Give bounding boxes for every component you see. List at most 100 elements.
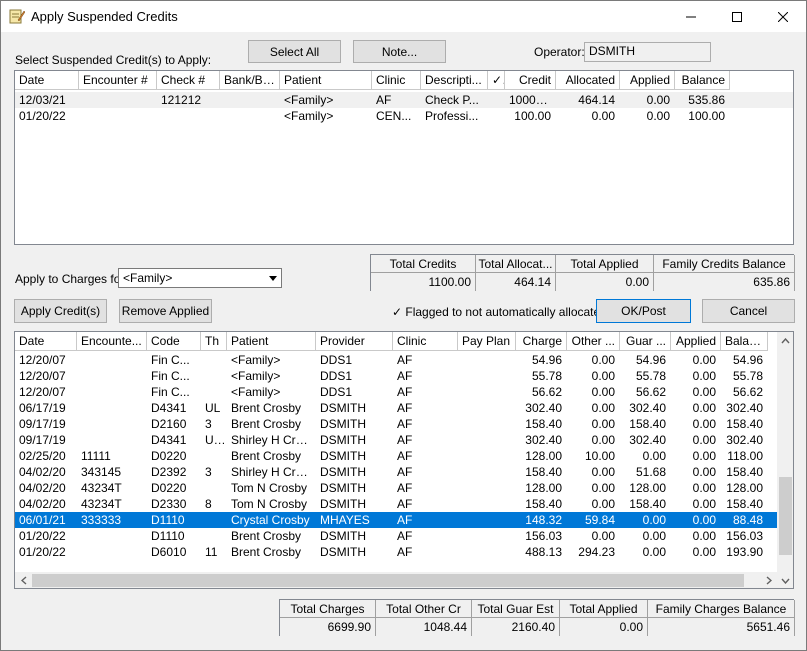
col-header-other[interactable]: Other ... bbox=[567, 332, 620, 351]
cell-applied: 0.00 bbox=[692, 545, 716, 559]
total-value-total-allocat: 464.14 bbox=[476, 273, 556, 291]
cell-date: 12/03/21 bbox=[19, 93, 66, 107]
col-header-charge[interactable]: Charge bbox=[516, 332, 567, 351]
credits-grid[interactable]: Date Encounter # Check # Bank/Br... Patient C… bbox=[14, 70, 794, 245]
total-header-total-other-cr: Total Other Cr bbox=[376, 600, 472, 618]
table-row[interactable]: 02/25/20 11111 D0220 Brent Crosby DSMITH AF 12… bbox=[15, 448, 777, 464]
table-row[interactable]: 01/20/22 D1110 Brent Crosby DSMITH AF 156.03 0… bbox=[15, 528, 777, 544]
cell-th: 3 bbox=[205, 417, 212, 431]
cell-th: 8 bbox=[205, 497, 212, 511]
scroll-right-arrow-icon[interactable] bbox=[760, 572, 777, 588]
cell-guar: 0.00 bbox=[642, 545, 666, 559]
cell-date: 12/20/07 bbox=[19, 385, 66, 399]
table-row[interactable]: 12/20/07 Fin C... <Family> DDS1 AF 55.78 0.00 5… bbox=[15, 368, 777, 384]
col-header-allocated[interactable]: Allocated bbox=[556, 71, 620, 90]
note-button[interactable]: Note... bbox=[353, 40, 446, 63]
col-header-th[interactable]: Th bbox=[201, 332, 227, 351]
table-row[interactable]: 09/17/19 D4341 UR Shirley H Cro... DSMITH AF 3… bbox=[15, 432, 777, 448]
charges-vertical-scroll-thumb[interactable] bbox=[779, 477, 792, 555]
apply-suspended-credits-window: Apply Suspended Credits Select Suspended… bbox=[0, 0, 807, 651]
cell-clinic: AF bbox=[397, 465, 413, 479]
remove-applied-button[interactable]: Remove Applied bbox=[119, 299, 212, 323]
col-header-code[interactable]: Code bbox=[147, 332, 201, 351]
cell-code: D4341 bbox=[151, 401, 187, 415]
scroll-left-arrow-icon[interactable] bbox=[15, 572, 32, 588]
minimize-button[interactable] bbox=[668, 1, 714, 32]
table-row[interactable]: 12/20/07 Fin C... <Family> DDS1 AF 54.96 0.00 5… bbox=[15, 352, 777, 368]
cell-pay-plan bbox=[458, 448, 516, 464]
cell-provider: DSMITH bbox=[320, 497, 366, 511]
col-header-date[interactable]: Date bbox=[15, 71, 79, 90]
col-header-balance[interactable]: Balance bbox=[721, 332, 768, 351]
flag-note: ✓ Flagged to not automatically allocate. bbox=[392, 305, 604, 319]
cell-th bbox=[201, 352, 227, 368]
table-row[interactable]: 09/17/19 D2160 3 Brent Crosby DSMITH AF 158.40… bbox=[15, 416, 777, 432]
col-header-patient[interactable]: Patient bbox=[280, 71, 372, 90]
col-header-clinic[interactable]: Clinic bbox=[393, 332, 458, 351]
cell-clinic: AF bbox=[397, 545, 413, 559]
cell-provider: DSMITH bbox=[320, 481, 366, 495]
table-row[interactable]: 12/20/07 Fin C... <Family> DDS1 AF 56.62 0.00 5… bbox=[15, 384, 777, 400]
col-header-patient[interactable]: Patient bbox=[227, 332, 316, 351]
table-row[interactable]: 12/03/21 121212 <Family> AF Check P... 1000.0… bbox=[15, 92, 793, 108]
col-header-clinic[interactable]: Clinic bbox=[372, 71, 421, 90]
cell-descripti: Professi... bbox=[425, 109, 479, 123]
col-header-encounter[interactable]: Encounter # bbox=[79, 71, 157, 90]
cell-bank-br bbox=[220, 108, 280, 124]
cell-applied: 0.00 bbox=[692, 481, 716, 495]
charges-horizontal-scroll-thumb[interactable] bbox=[32, 574, 744, 587]
cell-descripti: Check P... bbox=[425, 93, 479, 107]
col-header-date[interactable]: Date bbox=[15, 332, 77, 351]
col-header-applied[interactable]: Applied bbox=[671, 332, 721, 351]
charges-grid[interactable]: Date Encounte... Code Th Patient Provider Clin… bbox=[14, 331, 794, 589]
col-header-pay-plan[interactable]: Pay Plan bbox=[458, 332, 516, 351]
apply-credits-button[interactable]: Apply Credit(s) bbox=[14, 299, 107, 323]
close-button[interactable] bbox=[760, 1, 806, 32]
ok-post-button[interactable]: OK/Post bbox=[596, 299, 691, 323]
cell-th: UL bbox=[205, 401, 221, 415]
table-row[interactable]: 04/02/20 343145 D2392 3 Shirley H Cro... DSMI… bbox=[15, 464, 777, 480]
cell-date: 02/25/20 bbox=[19, 449, 66, 463]
col-header-guar[interactable]: Guar ... bbox=[620, 332, 671, 351]
cell-balance: 302.40 bbox=[726, 401, 763, 415]
cell-other: 0.00 bbox=[591, 385, 615, 399]
col-header-check[interactable]: ✓ bbox=[488, 71, 505, 90]
table-row[interactable]: 06/17/19 D4341 UL Brent Crosby DSMITH AF 302.4… bbox=[15, 400, 777, 416]
table-row[interactable]: 04/02/20 43234T D0220 Tom N Crosby DSMITH AF 1… bbox=[15, 480, 777, 496]
cell-other: 0.00 bbox=[591, 369, 615, 383]
apply-to-charges-select[interactable]: <Family> bbox=[118, 268, 282, 288]
cell-check bbox=[488, 108, 505, 124]
col-header-descripti[interactable]: Descripti... bbox=[421, 71, 488, 90]
col-header-applied[interactable]: Applied bbox=[620, 71, 675, 90]
cell-code: Fin C... bbox=[151, 385, 190, 399]
cell-clinic: AF bbox=[397, 353, 413, 367]
table-row[interactable]: 04/02/20 43234T D2330 8 Tom N Crosby DSMITH AF… bbox=[15, 496, 777, 512]
scroll-up-arrow-icon[interactable] bbox=[777, 332, 793, 349]
cell-code: D1110 bbox=[151, 513, 185, 527]
col-header-check[interactable]: Check # bbox=[157, 71, 220, 90]
col-header-credit[interactable]: Credit bbox=[505, 71, 556, 90]
total-value-total-other-cr: 1048.44 bbox=[376, 618, 472, 636]
table-row[interactable]: 01/20/22 D6010 11 Brent Crosby DSMITH AF 488.1… bbox=[15, 544, 777, 560]
cell-encounte bbox=[77, 384, 147, 400]
cell-clinic: AF bbox=[397, 369, 413, 383]
col-header-balance[interactable]: Balance bbox=[675, 71, 730, 90]
maximize-button[interactable] bbox=[714, 1, 760, 32]
cancel-button[interactable]: Cancel bbox=[702, 299, 795, 323]
charges-horizontal-scrollbar[interactable] bbox=[15, 572, 777, 588]
window-title: Apply Suspended Credits bbox=[31, 9, 178, 24]
table-row[interactable]: 01/20/22 <Family> CEN... Professi... 100.00 0… bbox=[15, 108, 793, 124]
charges-vertical-scrollbar[interactable] bbox=[777, 332, 793, 572]
cell-provider: DSMITH bbox=[320, 449, 366, 463]
cell-balance: 88.48 bbox=[732, 513, 763, 527]
cell-th bbox=[201, 528, 227, 544]
col-header-provider[interactable]: Provider bbox=[316, 332, 393, 351]
cell-allocated: 0.00 bbox=[591, 109, 615, 123]
cell-date: 04/02/20 bbox=[19, 497, 66, 511]
col-header-encounte[interactable]: Encounte... bbox=[77, 332, 147, 351]
cell-clinic: AF bbox=[397, 385, 413, 399]
col-header-bank-br[interactable]: Bank/Br... bbox=[220, 71, 280, 90]
scroll-down-arrow-icon[interactable] bbox=[777, 572, 793, 588]
select-all-button[interactable]: Select All bbox=[248, 40, 341, 63]
table-row[interactable]: 06/01/21 333333 D1110 Crystal Crosby MHAYES A… bbox=[15, 512, 777, 528]
